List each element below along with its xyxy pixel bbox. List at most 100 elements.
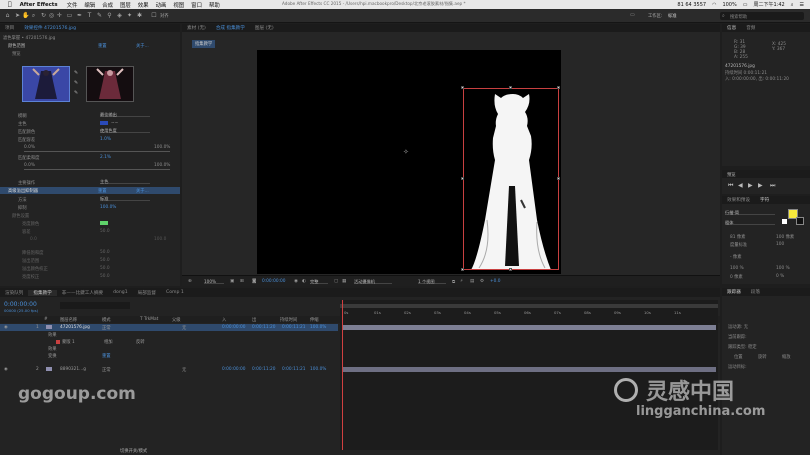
layer-bounding-box[interactable] [463,88,559,270]
clock[interactable]: 周二下午1:42 [753,1,784,8]
tab-composition[interactable]: 合成 指集教学 [211,25,250,31]
param-desat-value[interactable]: 50.0 [100,250,110,255]
first-frame-icon[interactable]: ⏮ [728,182,733,190]
views-select[interactable]: 1 个视图 [418,279,446,284]
puppet-tool-icon[interactable]: ✱ [136,12,143,19]
prev-frame-icon[interactable]: ◀ [738,182,743,189]
layer-row-1[interactable]: ◉ 1 47201576.jpg 正常 无 0:00:00:00 0:00:11… [0,324,338,331]
camera-snapshot-icon[interactable]: ◙ [252,279,256,284]
clone-tool-icon[interactable]: ⚲ [106,12,113,19]
apple-icon[interactable]:  [8,1,12,8]
source-thumbnail[interactable] [22,66,70,102]
param-tolerance-value[interactable]: 1.0% [100,137,111,142]
handle-top-left[interactable] [461,86,464,89]
layer-mode-2[interactable]: 正常 [102,367,111,373]
fast-preview-icon[interactable]: ⚡ [460,279,463,284]
mask-color[interactable] [56,340,60,344]
timeline-timecode[interactable]: 0:00:00:00 [4,301,37,308]
handle-mid-right[interactable] [557,177,560,180]
camera-tool-icon[interactable]: ◎ [48,12,55,19]
tab-info[interactable]: 信息 [722,25,741,31]
monitor-icon[interactable]: ▭ [630,12,635,18]
layer-parent-2[interactable]: 无 [182,367,186,373]
transparency-icon[interactable]: ▦ [342,279,346,284]
param-match-color-select[interactable]: 使用色度 [100,128,150,133]
leading-value[interactable]: 100 像素 [776,234,794,240]
eye-icon-2[interactable]: ◉ [4,367,8,372]
layer-name-1[interactable]: 47201576.jpg [60,325,90,330]
param-suppress-value[interactable]: 100.0% [100,205,116,210]
eye-icon[interactable]: ◉ [4,325,8,330]
tolerance-slider[interactable] [24,151,170,152]
selected-effect-row[interactable]: 高级溢出抑制器 重置 关于... [0,187,180,194]
snap-checkbox[interactable]: ☐ [150,12,158,19]
zoom-tool-icon[interactable]: ⌕ [30,12,37,19]
tab-paragraph[interactable]: 段落 [746,289,765,295]
work-area-bar[interactable] [340,304,718,308]
zoom-select[interactable]: 100% [204,279,224,284]
eraser-tool-icon[interactable]: ◈ [116,12,123,19]
layer-dur-2[interactable]: 0:00:11:21 [282,367,305,372]
layer-stretch-2[interactable]: 100.0% [310,367,326,372]
play-icon[interactable]: ▶ [748,182,753,189]
home-icon[interactable]: ⌂ [4,12,11,19]
layout-icon[interactable]: ⧉ [452,279,455,285]
eyedropper-minus-icon[interactable]: ✎ [74,90,78,96]
tab-comp-3[interactable]: dong1 [108,290,132,295]
menu-view[interactable]: 视图 [173,1,184,9]
text-tool-icon[interactable]: T [86,12,93,19]
current-time-indicator[interactable] [342,300,343,450]
param-spill-cc-value[interactable]: 50.0 [100,266,110,271]
effect-name[interactable]: 颜色范围 [8,43,25,49]
tab-layer[interactable]: 图层 (无) [250,25,279,31]
tab-comp-2[interactable]: 非——比鍵工人摘要 [57,290,108,296]
layer-bar-1[interactable] [342,325,716,330]
rectangle-tool-icon[interactable]: ▭ [66,12,73,19]
menu-layer[interactable]: 图层 [120,1,131,9]
grid-icon[interactable]: ⊞ [240,279,244,284]
layer-bar-2[interactable] [342,367,716,372]
spill-about-button[interactable]: 关于... [136,188,149,194]
roto-tool-icon[interactable]: ✦ [126,12,133,19]
comp-breadcrumb[interactable]: 指集教学 [192,40,216,48]
tab-comp-4[interactable]: 局部监督 [133,290,161,296]
font-size-value[interactable]: 81 像素 [730,234,745,240]
param-method-select[interactable]: 标准 [100,196,150,201]
list-icon[interactable]: ☰ [800,2,804,8]
menu-animation[interactable]: 动画 [156,1,167,9]
menu-edit[interactable]: 编辑 [84,1,95,9]
handle-bottom-left[interactable] [461,268,464,271]
layer-out-1[interactable]: 0:00:11:20 [252,325,275,330]
menu-effect[interactable]: 效果 [138,1,149,9]
param-main-op-select[interactable]: 主色 [100,179,150,184]
color-channel-icon[interactable]: ◐ [302,279,306,284]
font-family-select[interactable]: 行楷-简 [725,210,775,215]
tab-effect-controls[interactable]: 效果控件 47201576.jpg [19,25,81,31]
hand-tool-icon[interactable]: ✋ [22,12,29,19]
viewer-timecode[interactable]: 0:00:00:00 [262,279,285,284]
handle-mid-left[interactable] [461,177,464,180]
quality-select[interactable]: 完整 [310,279,328,284]
tracker-motion-source[interactable]: 运动源: 无 [728,324,748,330]
battery-icon[interactable]: ▭ [743,2,748,8]
tab-comp-main[interactable]: 指集教学 [28,289,57,296]
tab-project[interactable]: 项目 [0,25,19,31]
menu-file[interactable]: 文件 [67,1,78,9]
tracker-rotation[interactable]: 旋转 [758,354,767,360]
param-spill-range-value[interactable]: 50.0 [100,258,110,263]
camera-select[interactable]: 活动摄像机 [354,279,392,284]
handle-top-center[interactable] [509,86,512,89]
resolution-icon[interactable]: ▣ [230,279,234,284]
param-blur-select[interactable]: 最佳输出 [100,112,150,117]
menu-help[interactable]: 帮助 [209,1,220,9]
eyedropper-plus-icon[interactable]: ✎ [74,80,78,86]
about-button[interactable]: 关于... [136,43,149,49]
tsume-value[interactable]: 0 % [776,274,784,279]
white-swatch[interactable] [782,219,787,224]
layer-search-input[interactable] [60,302,130,309]
tab-tracker[interactable]: 跟踪器 [722,289,746,295]
layer-name-2[interactable]: 8890321...g [60,367,86,372]
layer-row-2[interactable]: ◉ 2 8890321...g 正常 无 0:00:00:00 0:00:11:… [0,366,338,373]
tracker-position[interactable]: 位置 [734,354,743,360]
tracking-value[interactable]: 100 [776,242,784,247]
